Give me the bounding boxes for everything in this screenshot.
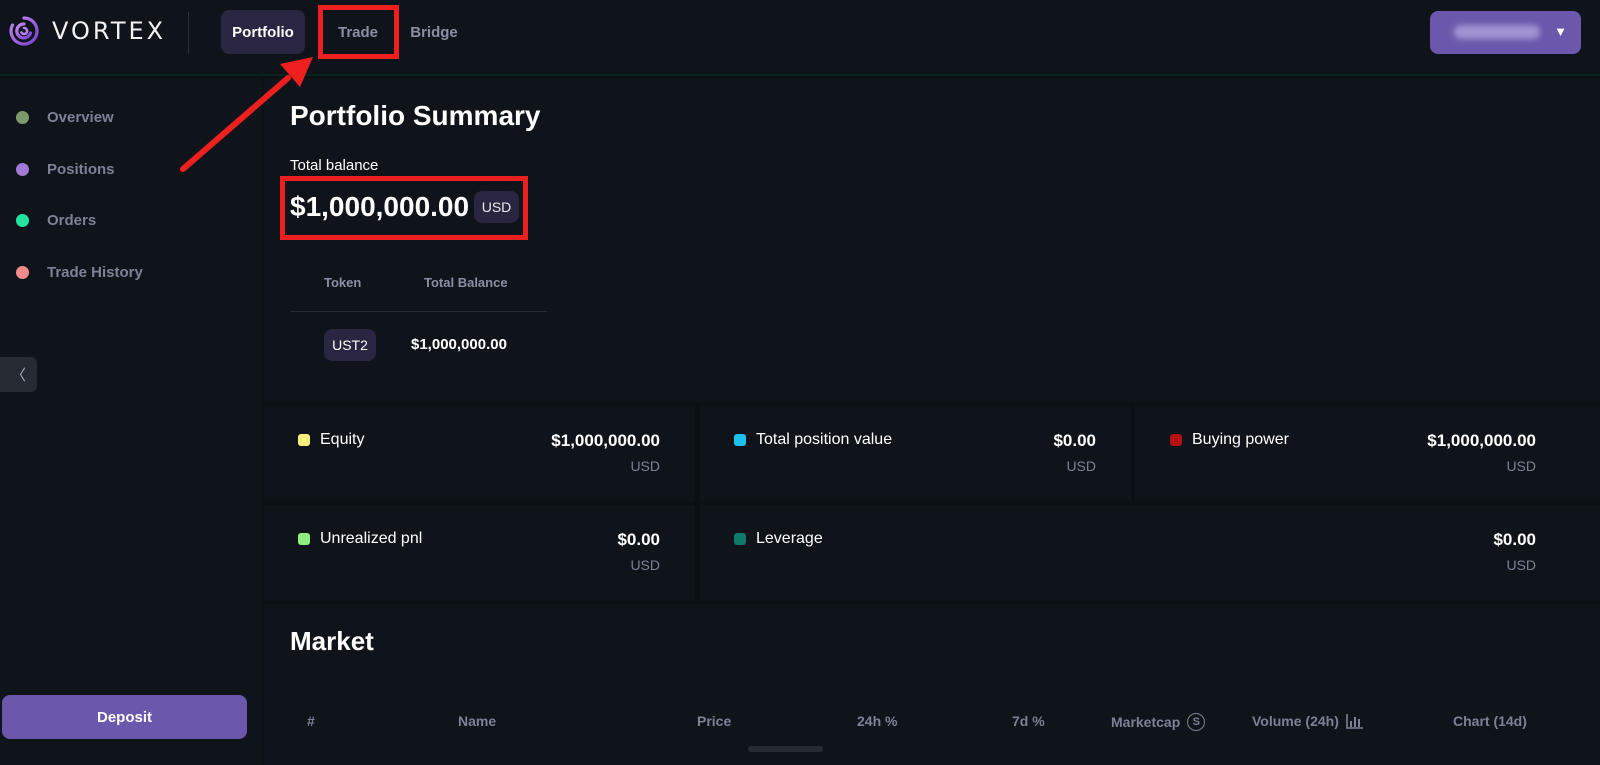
annotation-arrow-icon (180, 57, 313, 172)
